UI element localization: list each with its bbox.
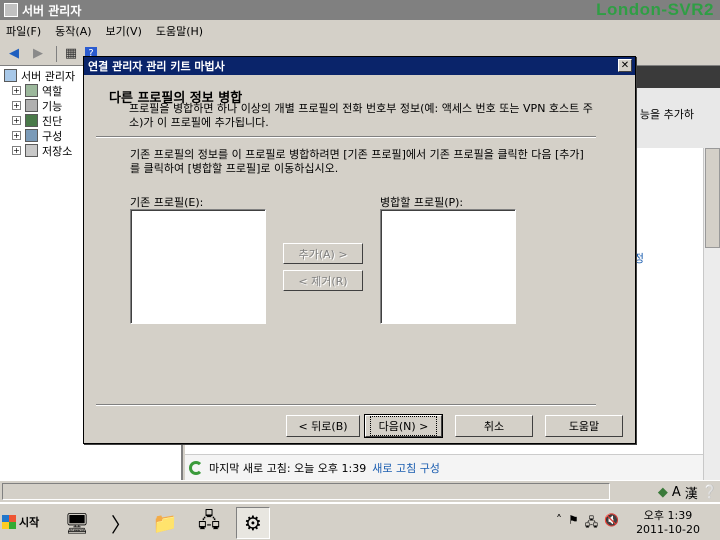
ime-icon[interactable]: ◆ [658, 485, 668, 500]
ime-help-icon[interactable]: ❔ [702, 485, 718, 500]
volume-muted-icon[interactable]: 🔇 [604, 513, 619, 534]
details-scrollbar[interactable] [703, 148, 720, 480]
dialog-title: 연결 관리자 관리 키트 마법사 [88, 60, 225, 73]
expand-icon[interactable]: + [12, 116, 21, 125]
clock-date: 2011-10-20 [636, 523, 700, 536]
hanja-icon[interactable]: 漢 [685, 483, 698, 502]
expand-icon[interactable]: + [12, 86, 21, 95]
server-icon [4, 69, 17, 82]
roles-icon [25, 84, 38, 97]
storage-icon [25, 144, 38, 157]
back-arrow-icon[interactable]: ◀ [4, 45, 24, 63]
network-tray-icon[interactable]: 🖧 [585, 513, 598, 534]
status-bar: ◆ A 漢 ❔ [0, 480, 720, 502]
add-button[interactable]: 추가(A) > [283, 243, 363, 264]
clock[interactable]: 오후 1:39 2011-10-20 [636, 509, 700, 537]
merge-profiles-list[interactable] [380, 209, 516, 324]
flag-icon[interactable]: ⚑ [568, 513, 579, 534]
window-title: 서버 관리자 [22, 3, 82, 18]
merge-instruction: 기존 프로필의 정보를 이 프로필로 병합하려면 [기존 프로필]에서 기존 프… [130, 148, 584, 175]
notification-area: ˄ ⚑ 🖧 🔇 오후 1:39 2011-10-20 [548, 507, 718, 539]
menu-action[interactable]: 동작(A) [55, 23, 91, 39]
expand-icon[interactable]: + [12, 101, 21, 110]
configuration-icon [25, 129, 38, 142]
help-button[interactable]: 도움말 [545, 415, 623, 437]
menu-file[interactable]: 파일(F) [6, 23, 41, 39]
status-field [2, 483, 610, 500]
configure-refresh-link[interactable]: 새로 고침 구성 [372, 460, 440, 476]
start-button[interactable]: 시작 [2, 510, 48, 534]
cmak-wizard-dialog: 연결 관리자 관리 키트 마법사 ✕ 다른 프로필의 정보 병합 프로필을 병합… [83, 56, 636, 444]
forward-arrow-icon[interactable]: ▶ [28, 45, 48, 63]
dialog-description: 프로필을 병합하면 하나 이상의 개별 프로필의 전화 번호부 정보(예: 액세… [129, 102, 593, 129]
existing-profiles-list[interactable] [130, 209, 266, 324]
refresh-footer: 마지막 새로 고침: 오늘 오후 1:39 새로 고침 구성 [185, 454, 703, 480]
next-button[interactable]: 다음(N) > [364, 414, 443, 438]
details-summary-text: 능을 추가하 [639, 108, 694, 121]
scrollbar-thumb[interactable] [705, 148, 720, 248]
server-name-watermark: London-SVR2 [596, 0, 714, 19]
back-button[interactable]: < 뒤로(B) [286, 415, 360, 437]
merge-profiles-label: 병합할 프로필(P): [380, 196, 464, 209]
windows-logo-icon [2, 515, 16, 529]
menu-help[interactable]: 도움말(H) [156, 23, 203, 39]
close-icon[interactable]: ✕ [618, 59, 632, 72]
diagnostics-icon [25, 114, 38, 127]
taskbar-cmak-wizard-icon[interactable]: ⚙ [236, 507, 270, 539]
header-divider [96, 136, 596, 138]
cancel-button[interactable]: 취소 [455, 415, 533, 437]
show-hidden-icons-icon[interactable]: ˄ [556, 513, 562, 534]
menu-bar: 파일(F) 동작(A) 보기(V) 도움말(H) [0, 20, 720, 42]
taskbar-powershell-icon[interactable]: 〉 [104, 507, 138, 539]
menu-view[interactable]: 보기(V) [106, 23, 142, 39]
language-bar: ◆ A 漢 ❔ [658, 483, 718, 502]
remove-button[interactable]: < 제거(R) [283, 270, 363, 291]
expand-icon[interactable]: + [12, 131, 21, 140]
refresh-icon [189, 460, 203, 475]
show-hide-tree-icon[interactable]: ▦ [61, 45, 81, 63]
ime-mode-icon[interactable]: A [672, 485, 681, 500]
last-refresh-text: 마지막 새로 고침: 오늘 오후 1:39 [209, 461, 367, 475]
expand-icon[interactable]: + [12, 146, 21, 155]
taskbar-server-manager-icon[interactable]: 🖥 [60, 507, 94, 539]
taskbar-network-icon[interactable]: 🖧 [192, 507, 226, 539]
features-icon [25, 99, 38, 112]
dialog-titlebar: 연결 관리자 관리 키트 마법사 ✕ [84, 57, 635, 75]
taskbar-explorer-icon[interactable]: 📁 [148, 507, 182, 539]
taskbar: 시작 🖥 〉 📁 🖧 ⚙ ˄ ⚑ 🖧 🔇 오후 1:39 2011-10-20 [0, 502, 720, 540]
clock-time: 오후 1:39 [643, 509, 693, 522]
server-manager-icon [4, 3, 18, 17]
next-button-label: 다음(N) > [369, 416, 438, 436]
toolbar-separator [56, 45, 57, 62]
footer-divider [96, 404, 596, 406]
existing-profiles-label: 기존 프로필(E): [130, 196, 204, 209]
